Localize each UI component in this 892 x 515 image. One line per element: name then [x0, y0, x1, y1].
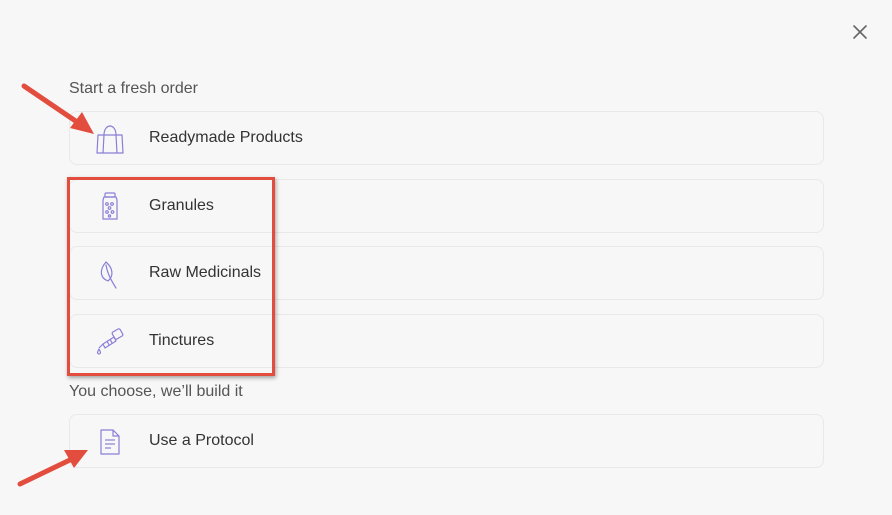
close-button[interactable]	[849, 21, 871, 43]
section-heading-build: You choose, we’ll build it	[69, 383, 243, 400]
option-label: Granules	[149, 197, 214, 214]
option-label: Tinctures	[149, 332, 215, 349]
document-icon	[94, 426, 126, 458]
shopping-bag-icon	[94, 123, 126, 155]
option-use-protocol[interactable]: Use a Protocol	[69, 414, 824, 468]
option-label: Readymade Products	[149, 129, 303, 146]
option-tinctures[interactable]: Tinctures	[69, 314, 824, 368]
jar-icon	[94, 191, 126, 223]
section-heading-fresh-order: Start a fresh order	[69, 80, 198, 97]
leaf-icon	[94, 258, 126, 290]
option-granules[interactable]: Granules	[69, 179, 824, 233]
option-label: Raw Medicinals	[149, 264, 262, 281]
close-icon	[853, 25, 867, 39]
option-raw-medicinals[interactable]: Raw Medicinals	[69, 246, 824, 300]
dropper-icon	[94, 326, 126, 358]
option-readymade-products[interactable]: Readymade Products	[69, 111, 824, 165]
option-label: Use a Protocol	[149, 432, 254, 449]
